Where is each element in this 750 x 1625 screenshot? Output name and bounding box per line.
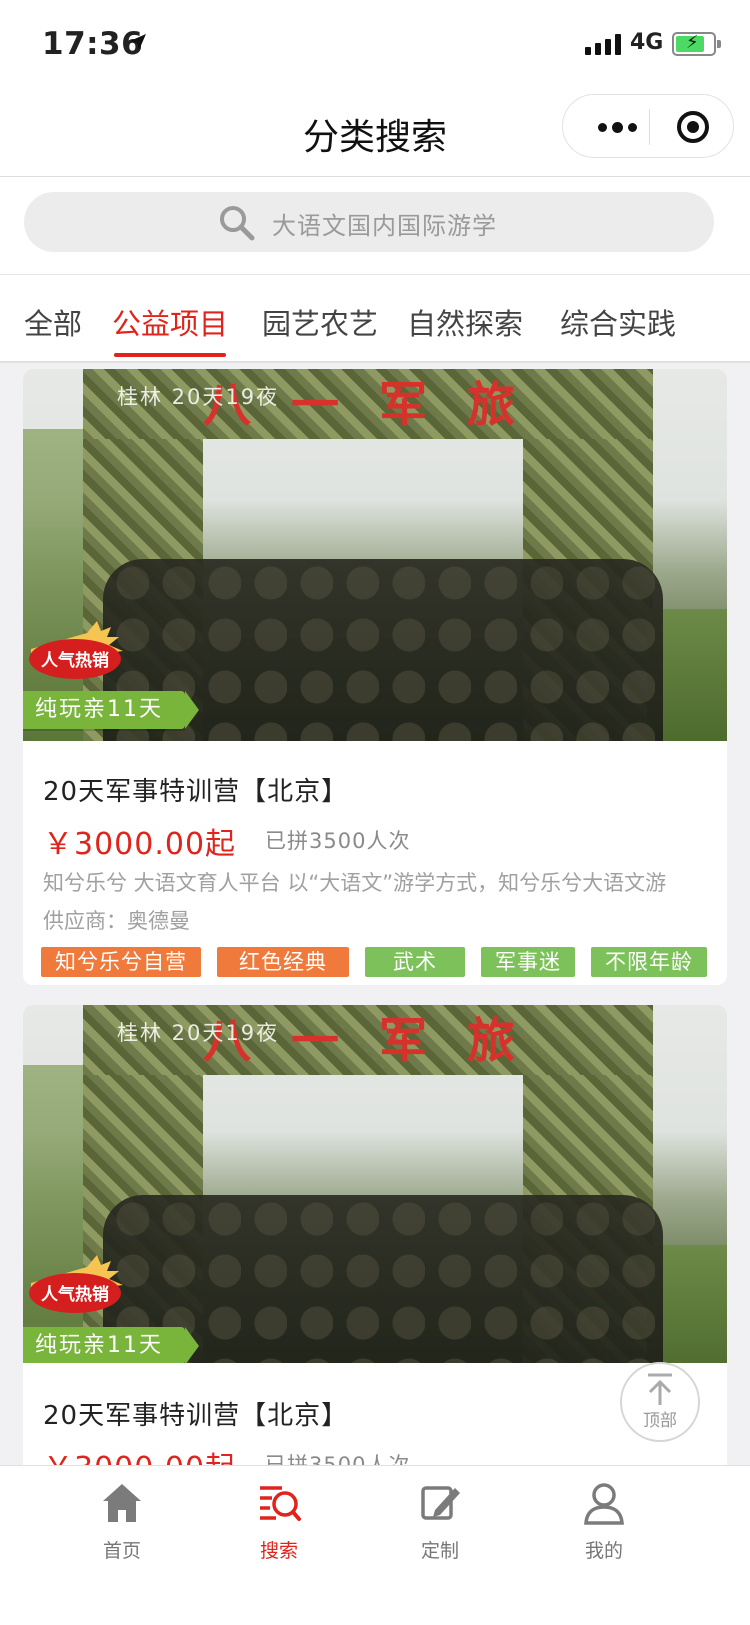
product-image[interactable]: 八一军旅 桂林 20天19夜 人气热销 纯玩亲11天 [23, 1005, 727, 1363]
close-target-icon[interactable] [675, 109, 711, 145]
tag: 武术 [365, 947, 465, 977]
home-icon [103, 1484, 141, 1522]
search-section: 大语文国内国际游学 [0, 177, 750, 275]
nav-label: 首页 [102, 1540, 141, 1562]
bottom-tab-bar: 首页 搜索 定制 我的 [0, 1465, 750, 1625]
tag: 红色经典 [217, 947, 349, 977]
product-name[interactable]: 20天军事特训营【北京】 [43, 1395, 348, 1432]
search-icon [220, 206, 255, 241]
hot-sale-badge: 人气热销 [29, 1255, 123, 1313]
tab-all[interactable]: 全部 [24, 301, 82, 343]
search-placeholder: 大语文国内国际游学 [272, 212, 497, 240]
location-arrow-icon [130, 34, 146, 50]
nav-mine[interactable]: 我的 [544, 1480, 664, 1563]
nav-search[interactable]: 搜索 [219, 1480, 339, 1563]
hot-sale-badge: 人气热销 [29, 621, 123, 679]
tag: 不限年龄 [591, 947, 707, 977]
tab-charity[interactable]: 公益项目 [112, 301, 229, 357]
product-name[interactable]: 20天军事特训营【北京】 [43, 771, 348, 808]
more-icon[interactable] [587, 105, 647, 149]
status-bar: 17:36 4G ⚡ [0, 0, 750, 90]
back-to-top-button[interactable]: 顶部 [620, 1362, 700, 1442]
arrow-up-icon [648, 1373, 672, 1405]
svg-text:人气热销: 人气热销 [41, 650, 109, 671]
nav-custom[interactable]: 定制 [380, 1480, 500, 1563]
capsule-divider [649, 109, 650, 145]
tab-label: 园艺农艺 [262, 307, 379, 341]
tab-label: 公益项目 [112, 307, 229, 341]
duration-ribbon: 纯玩亲11天 [23, 691, 199, 729]
edit-icon [421, 1486, 460, 1520]
user-icon [584, 1483, 624, 1525]
supplier-label: 供应商：奥德曼 [43, 909, 190, 933]
tag: 知兮乐兮自营 [41, 947, 201, 977]
battery-icon: ⚡ [672, 32, 721, 56]
tab-label: 全部 [24, 307, 83, 341]
tab-label: 自然探索 [407, 307, 524, 341]
tab-label: 综合实践 [560, 307, 677, 341]
sold-count: 已拼3500人次 [265, 829, 411, 853]
tab-gardening[interactable]: 园艺农艺 [262, 301, 378, 343]
search-input[interactable]: 大语文国内国际游学 [24, 192, 714, 252]
back-to-top-label: 顶部 [643, 1411, 677, 1431]
signal-icon [585, 33, 621, 55]
network-label: 4G [630, 30, 664, 55]
tab-nature[interactable]: 自然探索 [407, 301, 523, 343]
image-watermark: 桂林 20天19夜 [117, 1021, 280, 1045]
nav-home[interactable]: 首页 [62, 1480, 182, 1563]
svg-text:人气热销: 人气热销 [41, 1284, 109, 1305]
tag-list: 知兮乐兮自营 红色经典 武术 军事迷 不限年龄 [41, 947, 707, 977]
product-description: 知兮乐兮 大语文育人平台 以“大语文”游学方式，知兮乐兮大语文游 [43, 871, 667, 895]
product-price: ￥3000.00起 [43, 827, 237, 862]
category-tabs: 全部 公益项目 园艺农艺 自然探索 综合实践 [0, 275, 750, 363]
nav-label: 我的 [584, 1540, 623, 1562]
tab-practice[interactable]: 综合实践 [560, 301, 676, 343]
nav-label: 定制 [420, 1540, 459, 1562]
search-list-icon [260, 1486, 301, 1521]
tag: 军事迷 [481, 947, 575, 977]
product-card[interactable]: 八一军旅 桂林 20天19夜 人气热销 纯玩亲11天 20天军事特训营【北京】 … [23, 369, 727, 985]
nav-label: 搜索 [259, 1540, 298, 1562]
active-tab-underline [114, 353, 227, 357]
product-image[interactable]: 八一军旅 桂林 20天19夜 人气热销 纯玩亲11天 [23, 369, 727, 741]
image-watermark: 桂林 20天19夜 [117, 385, 280, 409]
miniprogram-capsule [562, 94, 734, 158]
duration-ribbon: 纯玩亲11天 [23, 1327, 199, 1363]
